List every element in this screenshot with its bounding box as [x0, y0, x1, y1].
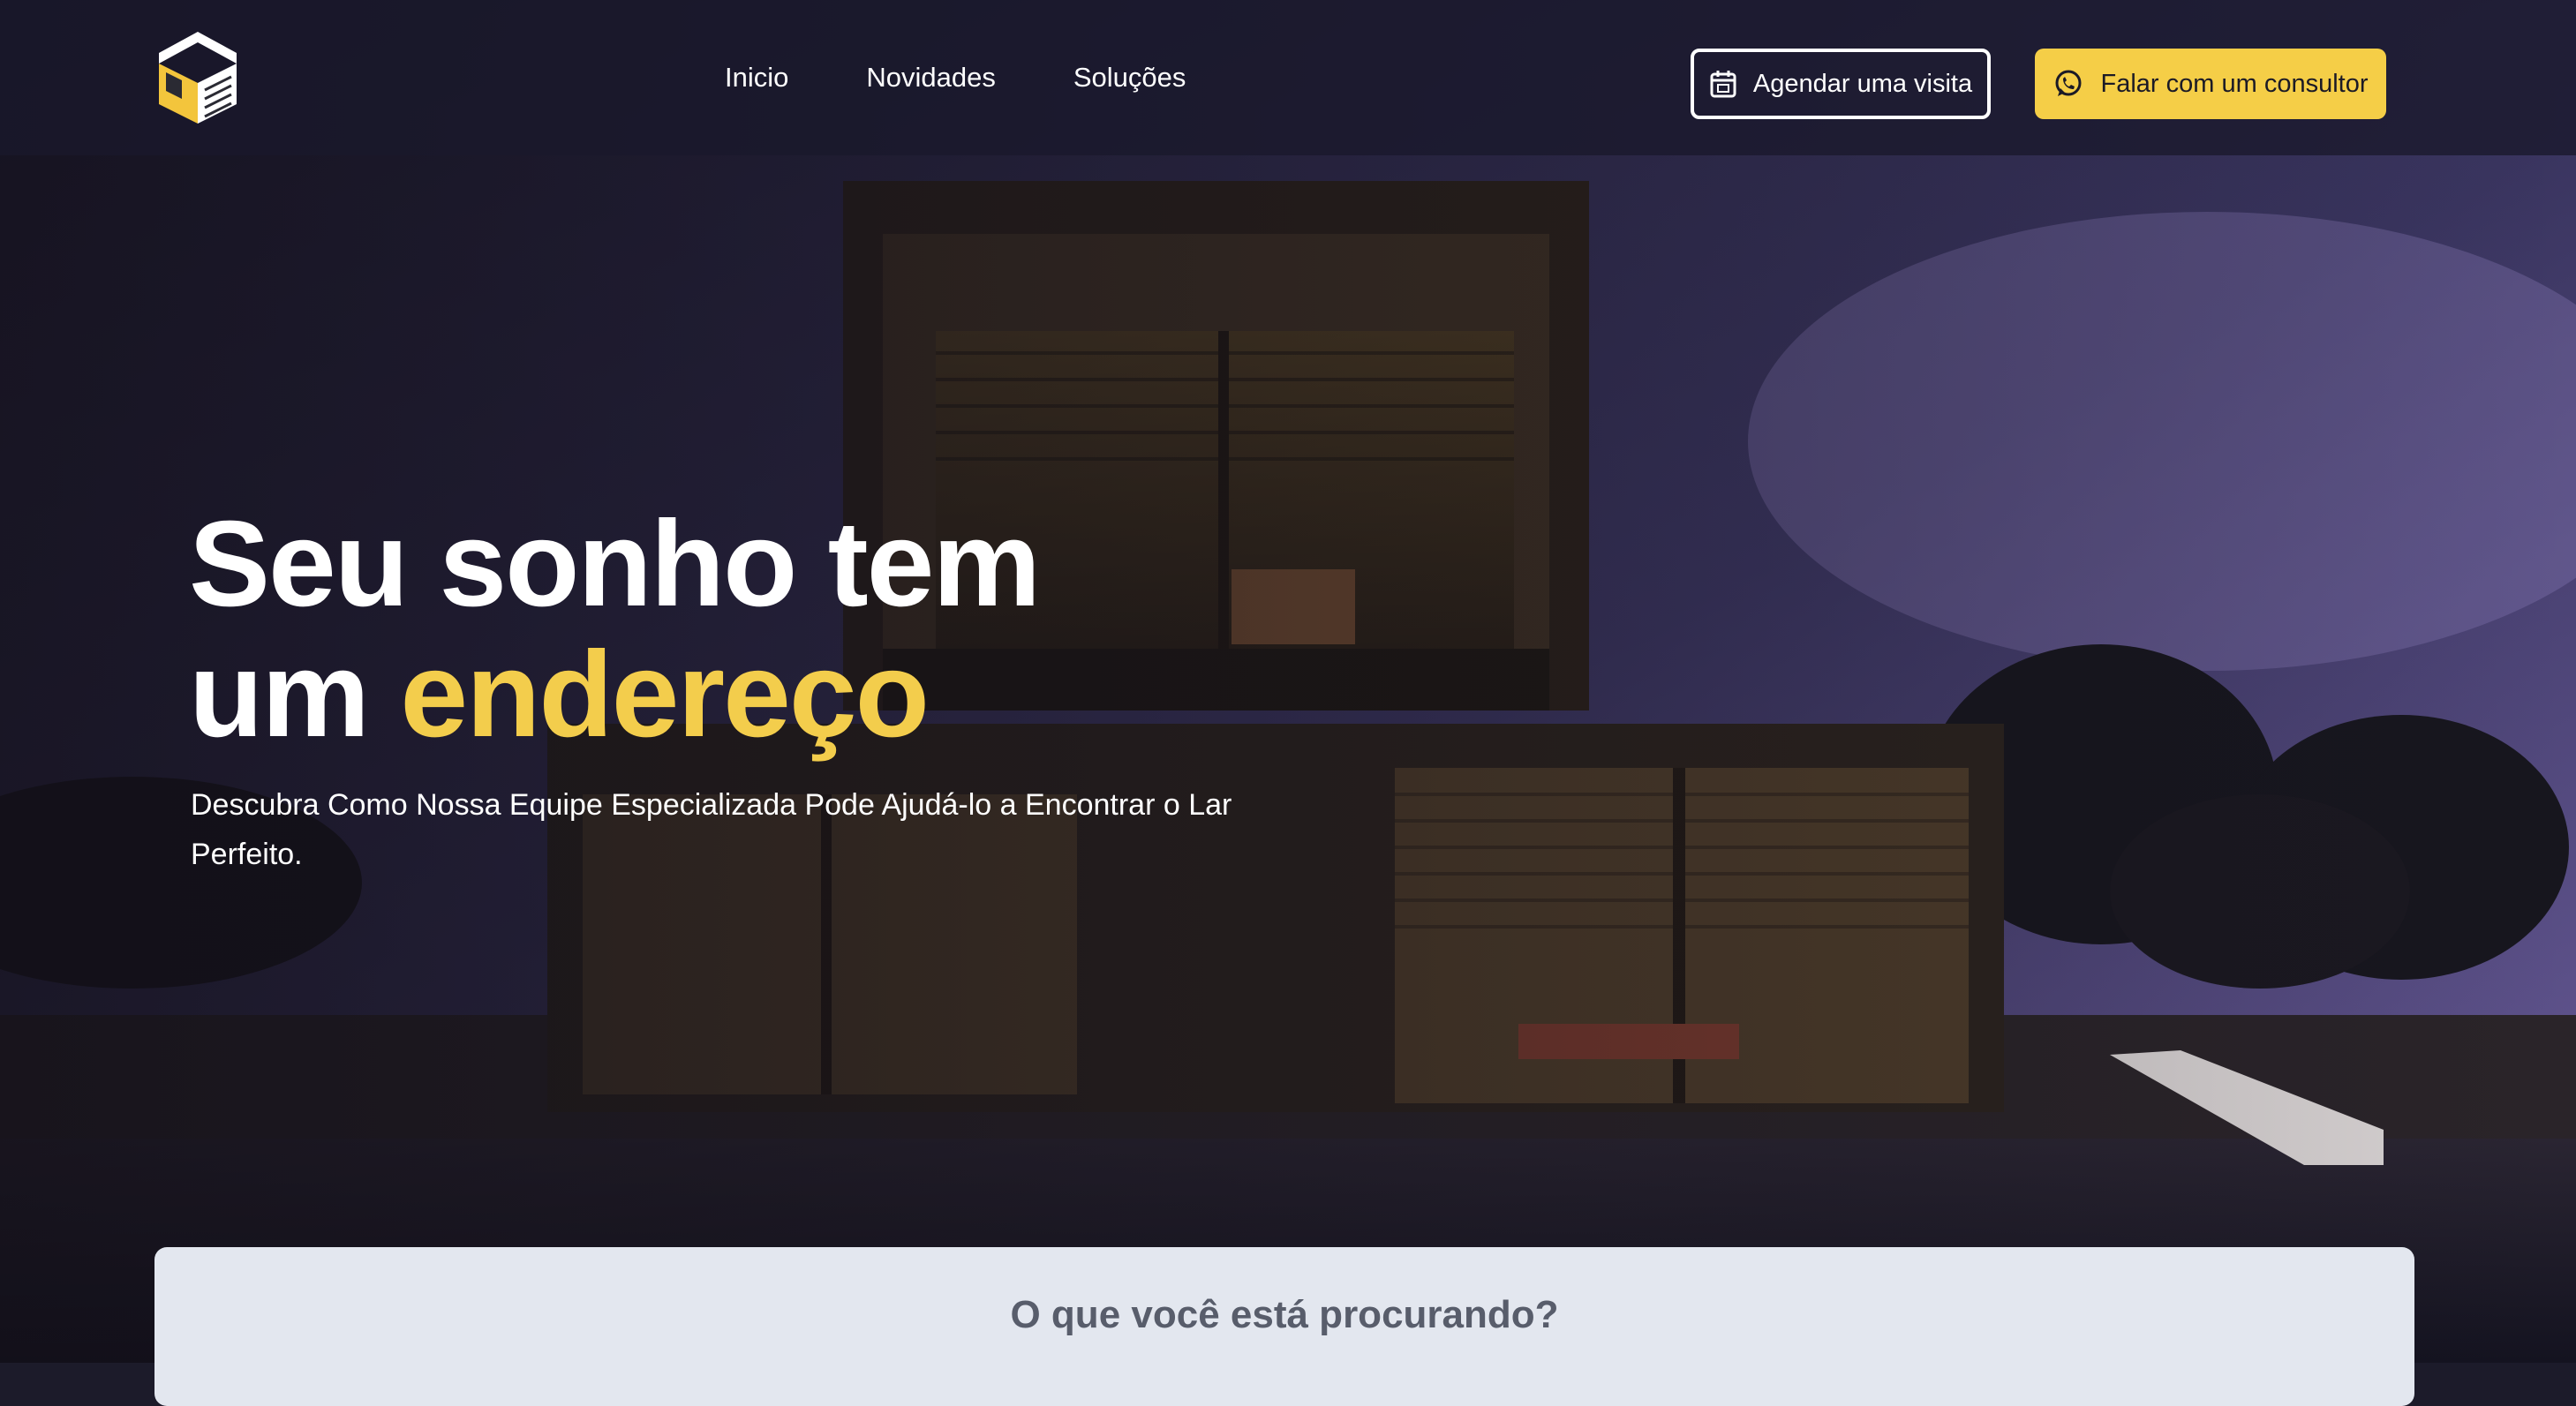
schedule-visit-label: Agendar uma visita: [1752, 69, 1973, 98]
schedule-visit-button[interactable]: Agendar uma visita: [1691, 49, 1991, 119]
main-nav: Inicio Novidades Soluções: [725, 60, 1186, 95]
talk-consultant-label: Falar com um consultor: [2100, 69, 2369, 98]
hero-title-line1: Seu sonho tem: [189, 496, 1041, 632]
house-logo-icon[interactable]: [155, 28, 240, 127]
search-card: O que você está procurando?: [154, 1247, 2414, 1406]
hero-subtitle: Descubra Como Nossa Equipe Especializada…: [191, 788, 1232, 871]
nav-link-solucoes[interactable]: Soluções: [1073, 60, 1186, 95]
search-card-title: O que você está procurando?: [1010, 1293, 1559, 1336]
talk-consultant-button[interactable]: Falar com um consultor: [2035, 49, 2386, 119]
whatsapp-icon: [2055, 70, 2081, 96]
hero-title-line2: um: [189, 627, 401, 763]
nav-link-novidades[interactable]: Novidades: [866, 60, 995, 95]
hero-title: Seu sonho tem um endereço: [189, 496, 1041, 763]
nav-link-inicio[interactable]: Inicio: [725, 60, 788, 95]
calendar-icon: [1710, 71, 1736, 98]
hero-title-accent: endereço: [400, 627, 930, 763]
site-header: Inicio Novidades Soluções Agendar uma vi…: [0, 0, 2576, 155]
